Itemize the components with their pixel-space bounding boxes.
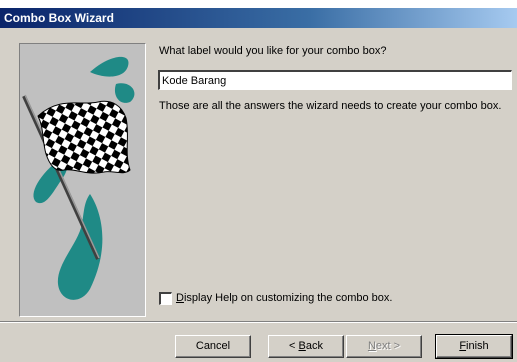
checkered-flag-icon [22,56,135,300]
separator [0,321,517,323]
back-button[interactable]: < Back [268,335,344,358]
cancel-button[interactable]: Cancel [175,335,251,358]
label-prompt: What label would you like for your combo… [159,45,387,57]
wizard-picture-panel [19,43,146,317]
help-checkbox[interactable] [159,292,172,305]
label-input[interactable] [158,70,512,90]
help-checkbox-label[interactable]: Display Help on customizing the combo bo… [176,292,392,304]
title-bar[interactable]: Combo Box Wizard [0,8,517,28]
combo-box-wizard-dialog: Combo Box Wizard What label would you li… [0,8,517,362]
info-text: Those are all the answers the wizard nee… [159,100,502,112]
finish-button[interactable]: Finish [435,334,513,359]
next-button[interactable]: Next > [346,335,422,358]
